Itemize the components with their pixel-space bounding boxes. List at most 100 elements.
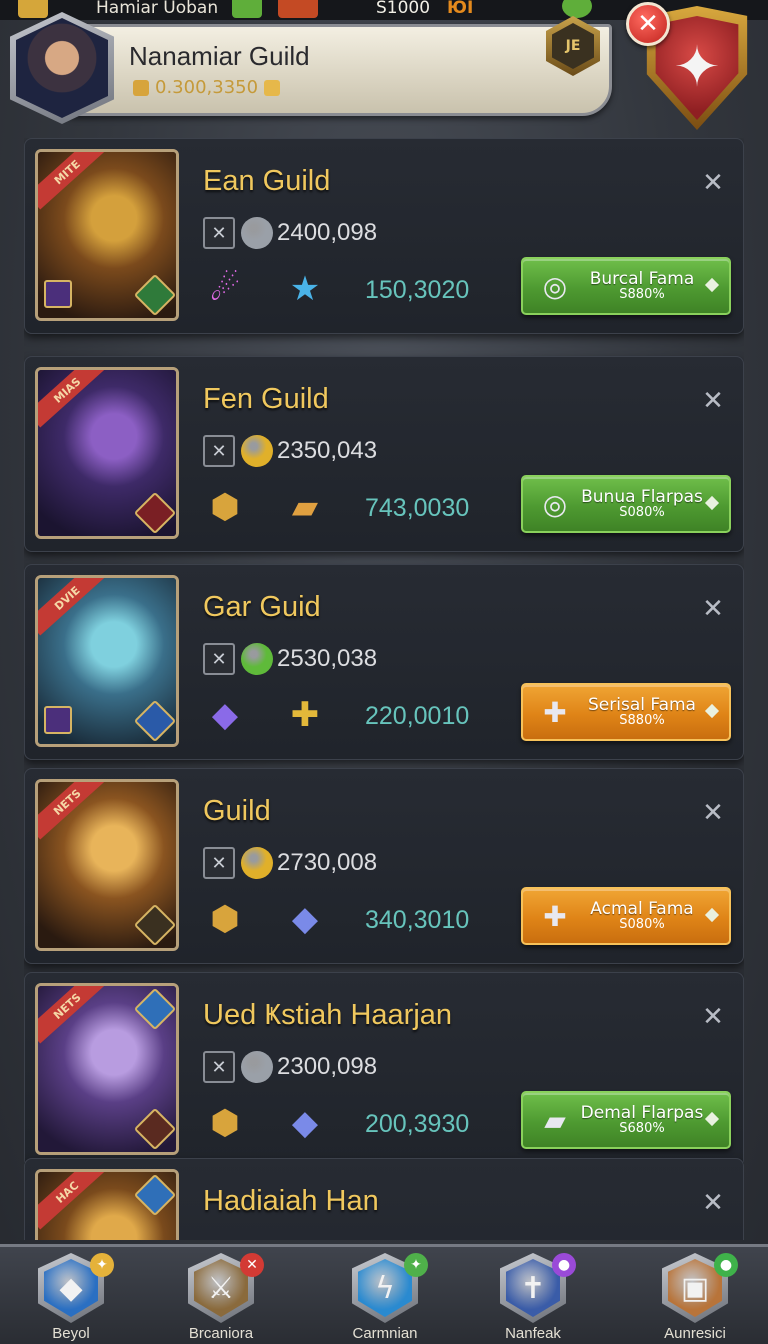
coin-icon <box>241 217 273 249</box>
nav-item-brcaniora[interactable]: ⚔ ✕ Brcaniora <box>166 1253 276 1344</box>
guild-name: Ean Guild <box>203 165 331 197</box>
avatar-portrait-icon <box>16 18 108 118</box>
bottom-nav: ◆ ✦ Beyol ⚔ ✕ Brcaniora ϟ ✦ Carmnian ✝ ●… <box>0 1244 768 1344</box>
action-label: Acmal Fama <box>590 898 694 919</box>
potion-icon: ✚ <box>543 695 567 729</box>
coin-icon <box>241 643 273 675</box>
guild-action-button[interactable]: ✚ Acmal Fama S080% <box>521 887 731 945</box>
nav-badge-icon: ✦ <box>90 1253 114 1277</box>
guild-power-value: 2400,098 <box>277 219 378 246</box>
guild-power-value: 2350,043 <box>277 437 378 464</box>
status-money: S1000 <box>376 0 431 18</box>
guild-card[interactable]: DVIE Gar Guid ✕ ✕ 2530,038 ◆ ✚ 220,0010 … <box>24 564 744 760</box>
reward-item-icon: ★ <box>289 269 321 309</box>
guild-action-button[interactable]: ✚ Serisal Fama S880% <box>521 683 731 741</box>
sparkle-icon <box>264 79 281 96</box>
dismiss-card-button[interactable]: ✕ <box>699 386 727 416</box>
element-gem-icon <box>44 280 72 308</box>
dismiss-card-button[interactable]: ✕ <box>699 1002 727 1032</box>
status-fire-gem-icon <box>278 0 318 18</box>
nav-item-aunresici[interactable]: ▣ ● Aunresici <box>640 1253 750 1344</box>
guild-name: Ued Ҝstiah Haarjan <box>203 999 453 1031</box>
guild-currency-value: 0.300,3350 <box>155 77 259 98</box>
guild-card[interactable]: MITE Ean Guild ✕ ✕ 2400,098 ☄ ★ 150,3020… <box>24 138 744 334</box>
action-price: S880% <box>619 287 665 303</box>
crossed-swords-icon: ✕ <box>203 435 235 467</box>
guild-power-value: 2300,098 <box>277 1053 378 1080</box>
reward-value: 743,0030 <box>365 494 470 522</box>
guild-action-button[interactable]: ◎ Bunua Flarpas S080% <box>521 475 731 533</box>
status-left-text: Hamiar Uoban <box>96 0 219 18</box>
close-icon: ✕ <box>702 1002 724 1032</box>
reward-items: ☄ ★ <box>203 267 327 311</box>
action-label: Serisal Fama <box>588 694 696 715</box>
close-icon: ✕ <box>702 168 724 198</box>
guild-card[interactable]: MIAS Fen Guild ✕ ✕ 2350,043 ⬢ ▰ 743,0030… <box>24 356 744 552</box>
guild-power-value: 2730,008 <box>277 849 378 876</box>
guild-stat: ✕ 2400,098 <box>203 217 377 249</box>
potion-icon: ▰ <box>544 1103 566 1137</box>
guild-action-button[interactable]: ◎ Burcal Fama S880% <box>521 257 731 315</box>
nav-item-beyol[interactable]: ◆ ✦ Beyol <box>16 1253 126 1344</box>
nav-label: Carmnian <box>352 1325 418 1342</box>
guild-portrait[interactable]: NETS <box>35 779 179 951</box>
reward-item-icon: ✚ <box>290 695 320 735</box>
nav-label: Aunresici <box>664 1325 726 1342</box>
reward-item-icon: ⬢ <box>210 899 240 939</box>
dismiss-card-button[interactable]: ✕ <box>699 168 727 198</box>
crossed-swords-icon: ✕ <box>203 643 235 675</box>
guild-portrait[interactable]: DVIE <box>35 575 179 747</box>
element-gem-icon <box>44 706 72 734</box>
guild-name: Gar Guid <box>203 591 321 623</box>
guild-action-button[interactable]: ▰ Demal Flarpas S680% <box>521 1091 731 1149</box>
guild-portrait[interactable]: NETS <box>35 983 179 1155</box>
action-price: S080% <box>619 917 665 933</box>
dismiss-card-button[interactable]: ✕ <box>699 798 727 828</box>
dismiss-card-button[interactable]: ✕ <box>699 1188 727 1218</box>
reward-value: 200,3930 <box>365 1110 470 1138</box>
guild-stat: ✕ 2300,098 <box>203 1051 377 1083</box>
reward-value: 220,0010 <box>365 702 470 730</box>
reward-items: ⬢ ◆ <box>203 1101 327 1145</box>
close-icon: ✕ <box>702 386 724 416</box>
reward-item-icon: ▰ <box>291 487 319 527</box>
guild-currency: 0.300,3350 <box>133 77 281 98</box>
guild-portrait[interactable]: HAC <box>35 1169 179 1240</box>
guild-card[interactable]: HAC Hadiaiah Han ✕ <box>24 1158 744 1240</box>
action-price: S080% <box>619 505 665 521</box>
nav-item-carmnian[interactable]: ϟ ✦ Carmnian <box>330 1253 440 1344</box>
reward-items: ⬢ ▰ <box>203 485 327 529</box>
nav-label: Nanfeak <box>505 1325 561 1342</box>
status-green-orb-icon <box>562 0 592 18</box>
guild-list[interactable]: MITE Ean Guild ✕ ✕ 2400,098 ☄ ★ 150,3020… <box>24 138 744 1240</box>
guild-portrait[interactable]: MITE <box>35 149 179 321</box>
status-green-gem-icon <box>232 0 262 18</box>
reward-item-icon: ⬢ <box>210 1103 240 1143</box>
nav-item-nanfeak[interactable]: ✝ ● Nanfeak <box>478 1253 588 1344</box>
crossed-swords-icon: ✕ <box>203 217 235 249</box>
reward-items: ◆ ✚ <box>203 693 327 737</box>
guild-portrait[interactable]: MIAS <box>35 367 179 539</box>
page-title: Nanamiar Guild <box>129 41 310 71</box>
close-icon: ✕ <box>702 1188 724 1218</box>
guild-card[interactable]: NETS Guild ✕ ✕ 2730,008 ⬢ ◆ 340,3010 ✚ A… <box>24 768 744 964</box>
close-icon: ✕ <box>702 594 724 624</box>
nav-badge-icon: ● <box>714 1253 738 1277</box>
crossed-swords-icon: ✕ <box>203 847 235 879</box>
guild-name: Fen Guild <box>203 383 329 415</box>
nav-badge-icon: ● <box>552 1253 576 1277</box>
guild-name: Guild <box>203 795 271 827</box>
status-indicator: ЮI <box>447 0 474 18</box>
potion-icon: ✚ <box>543 899 567 933</box>
dismiss-card-button[interactable]: ✕ <box>699 594 727 624</box>
close-button[interactable]: ✕ <box>626 2 670 46</box>
close-icon: ✕ <box>637 9 659 39</box>
potion-icon: ◎ <box>542 269 568 303</box>
guild-card[interactable]: NETS Ued Ҝstiah Haarjan ✕ ✕ 2300,098 ⬢ ◆… <box>24 972 744 1168</box>
crossed-swords-icon: ✕ <box>203 1051 235 1083</box>
coin-icon <box>241 847 273 879</box>
guild-name: Hadiaiah Han <box>203 1185 379 1217</box>
guild-stat: ✕ 2350,043 <box>203 435 377 467</box>
reward-value: 340,3010 <box>365 906 470 934</box>
guild-power-value: 2530,038 <box>277 645 378 672</box>
